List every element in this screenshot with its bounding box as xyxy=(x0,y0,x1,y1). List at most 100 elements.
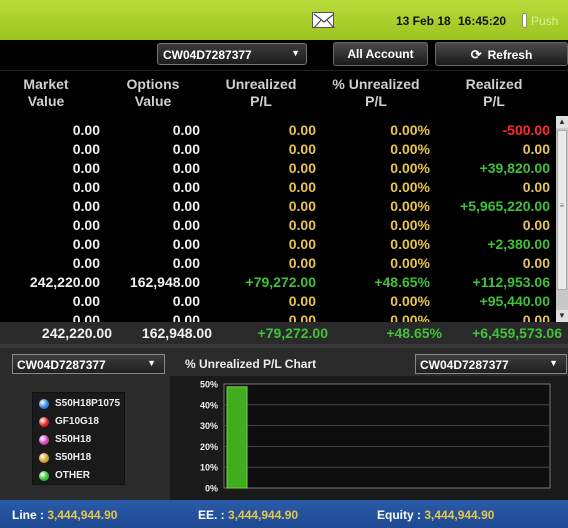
options-value-cell: 0.00 xyxy=(172,141,200,157)
market-value-cell: 0.00 xyxy=(72,141,100,157)
unrealized-pl-cell: 0.00 xyxy=(288,179,316,195)
header-label: Realized xyxy=(465,76,523,92)
line-summary: Line : 3,444,944.90 xyxy=(12,508,117,522)
options-value-cell: 162,948.00 xyxy=(129,274,200,290)
chart-account-value: CW04D7287377 xyxy=(420,358,509,372)
realized-pl-cell: 0.00 xyxy=(522,179,550,195)
pct-unrealized-pl-cell: 0.00% xyxy=(390,122,430,138)
pct-unrealized-pl-cell: 0.00% xyxy=(390,179,430,195)
options-value-cell: 0.00 xyxy=(172,236,200,252)
header-options-value[interactable]: Options Value xyxy=(118,76,188,110)
legend-label: S50H18 xyxy=(55,452,92,463)
y-tick-label: 20% xyxy=(200,442,218,452)
legend-item[interactable]: OTHER xyxy=(37,468,127,486)
refresh-button[interactable]: ⟳ Refresh xyxy=(435,42,568,66)
chart-legend: S50H18P1075 GF10G18 S50H18 S50H18 OTHER xyxy=(32,392,125,485)
pct-unrealized-pl-cell: 0.00% xyxy=(390,141,430,157)
header-label: P/L xyxy=(483,93,505,109)
table-row[interactable]: 0.00 0.00 0.00 0.00% +95,440.00 xyxy=(0,293,556,312)
legend-color-icon xyxy=(39,471,49,481)
total-options-value: 162,948.00 xyxy=(141,325,212,341)
header-pct-unrealized-pl[interactable]: % Unrealized P/L xyxy=(326,76,426,110)
status-date: 13 Feb 18 xyxy=(396,14,451,28)
equity-value: 3,444,944.90 xyxy=(424,508,495,522)
options-value-cell: 0.00 xyxy=(172,160,200,176)
refresh-icon: ⟳ xyxy=(470,47,482,62)
legend-color-icon xyxy=(39,417,49,427)
envelope-icon[interactable] xyxy=(312,12,335,29)
header-unrealized-pl[interactable]: Unrealized P/L xyxy=(216,76,306,110)
header-label: % Unrealized xyxy=(332,76,420,92)
table-row[interactable]: 0.00 0.00 0.00 0.00% 0.00 xyxy=(0,141,556,160)
legend-account-value: CW04D7287377 xyxy=(17,358,106,372)
market-value-cell: 0.00 xyxy=(72,293,100,309)
header-label: P/L xyxy=(365,93,387,109)
table-row[interactable]: 0.00 0.00 0.00 0.00% -500.00 xyxy=(0,122,556,141)
market-value-cell: 242,220.00 xyxy=(29,274,100,290)
y-tick-label: 10% xyxy=(200,463,218,473)
realized-pl-cell: +112,953.06 xyxy=(472,274,550,290)
header-label: P/L xyxy=(250,93,272,109)
total-realized-pl: +6,459,573.06 xyxy=(472,325,562,341)
table-row[interactable]: 242,220.00 162,948.00 +79,272.00 +48.65% +11… xyxy=(0,274,556,293)
options-value-cell: 0.00 xyxy=(172,198,200,214)
chevron-down-icon: ▼ xyxy=(291,48,300,58)
realized-pl-cell: +5,965,220.00 xyxy=(460,198,550,214)
chevron-down-icon: ▼ xyxy=(549,358,558,368)
scroll-up-icon[interactable]: ▲ xyxy=(556,116,568,128)
realized-pl-cell: 0.00 xyxy=(522,255,550,271)
header-label: Value xyxy=(134,93,172,109)
y-tick-label: 50% xyxy=(200,380,218,390)
realized-pl-cell: -500.00 xyxy=(502,122,550,138)
chart-bar[interactable] xyxy=(226,386,248,489)
header-label: Market xyxy=(23,76,69,92)
legend-label: S50H18P1075 xyxy=(55,398,121,409)
market-value-cell: 0.00 xyxy=(72,236,100,252)
unrealized-pl-cell: 0.00 xyxy=(288,255,316,271)
push-toggle[interactable]: Push xyxy=(531,14,558,28)
pl-chart: 0% 10% 20% 30% 40% 50% xyxy=(170,376,568,504)
account-select[interactable]: CW04D7287377 ▼ xyxy=(157,43,307,65)
y-tick-label: 0% xyxy=(205,484,218,494)
header-label: Unrealized xyxy=(225,76,297,92)
table-scrollbar[interactable]: ▲ ≡ ▼ xyxy=(556,116,568,322)
legend-item[interactable]: GF10G18 xyxy=(37,414,127,432)
market-value-cell: 0.00 xyxy=(72,198,100,214)
bottom-panel: CW04D7287377 ▼ S50H18P1075 GF10G18 S50H18 S… xyxy=(0,344,568,504)
realized-pl-cell: +95,440.00 xyxy=(479,293,550,309)
options-value-cell: 0.00 xyxy=(172,179,200,195)
pct-unrealized-pl-cell: 0.00% xyxy=(390,293,430,309)
legend-account-select[interactable]: CW04D7287377 ▼ xyxy=(12,354,165,374)
table-row[interactable]: 0.00 0.00 0.00 0.00% +2,380.00 xyxy=(0,236,556,255)
header-realized-pl[interactable]: Realized P/L xyxy=(456,76,532,110)
table-row[interactable]: 0.00 0.00 0.00 0.00% +39,820.00 xyxy=(0,160,556,179)
options-value-cell: 0.00 xyxy=(172,293,200,309)
legend-item[interactable]: S50H18 xyxy=(37,432,127,450)
unrealized-pl-cell: 0.00 xyxy=(288,122,316,138)
unrealized-pl-cell: 0.00 xyxy=(288,293,316,309)
y-tick-label: 30% xyxy=(200,421,218,431)
push-indicator-icon xyxy=(522,13,527,28)
market-value-cell: 0.00 xyxy=(72,179,100,195)
chart-account-select[interactable]: CW04D7287377 ▼ xyxy=(415,354,567,374)
table-row[interactable]: 0.00 0.00 0.00 0.00% 0.00 xyxy=(0,255,556,274)
table-row[interactable]: 0.00 0.00 0.00 0.00% +5,965,220.00 xyxy=(0,198,556,217)
legend-item[interactable]: S50H18P1075 xyxy=(37,396,127,414)
scroll-down-icon[interactable]: ▼ xyxy=(556,310,568,322)
status-time: 16:45:20 xyxy=(458,14,507,28)
unrealized-pl-cell: 0.00 xyxy=(288,198,316,214)
table-row[interactable]: 0.00 0.00 0.00 0.00% 0.00 xyxy=(0,179,556,198)
all-account-button[interactable]: All Account xyxy=(333,42,428,66)
market-value-cell: 0.00 xyxy=(72,255,100,271)
scroll-thumb[interactable]: ≡ xyxy=(557,130,567,290)
status-bar: 13 Feb 18 16:45:20 Push xyxy=(0,0,568,40)
options-value-cell: 0.00 xyxy=(172,217,200,233)
plot-area xyxy=(223,383,551,489)
header-market-value[interactable]: Market Value xyxy=(14,76,78,110)
table-row[interactable]: 0.00 0.00 0.00 0.00% 0.00 xyxy=(0,217,556,236)
legend-item[interactable]: S50H18 xyxy=(37,450,127,468)
pct-unrealized-pl-cell: +48.65% xyxy=(374,274,430,290)
ee-label: EE. : xyxy=(198,508,225,522)
line-label: Line : xyxy=(12,508,44,522)
equity-label: Equity : xyxy=(377,508,421,522)
